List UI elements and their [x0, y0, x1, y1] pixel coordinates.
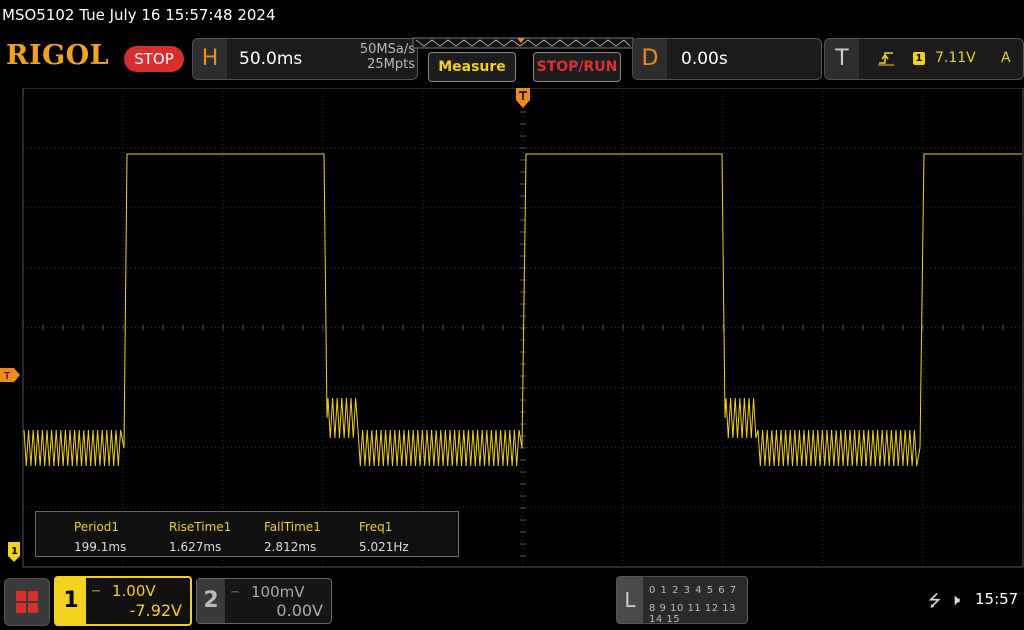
delay-letter: D — [633, 39, 667, 79]
trigger-letter: T — [825, 39, 859, 79]
channel-1-panel[interactable]: 1 ⎓ 1.00V -7.92V — [54, 576, 192, 626]
run-state-badge[interactable]: STOP — [124, 46, 184, 72]
usb-icon: ⭍ — [928, 591, 942, 610]
channel-1-ground-marker[interactable]: 1 — [8, 542, 22, 564]
stop-run-button[interactable]: STOP/RUN — [533, 52, 621, 82]
channel-1-scale: 1.00V — [112, 582, 156, 600]
measurement-label: Period1 — [74, 520, 120, 534]
measurement-frequency: Freq1 5.021Hz — [359, 517, 409, 557]
measurement-label: Freq1 — [359, 520, 393, 534]
logic-analyzer-panel[interactable]: L 0 1 2 3 4 5 6 7 8 9 10 11 12 13 14 15 — [616, 576, 748, 625]
measure-button[interactable]: Measure — [428, 52, 516, 82]
measurement-value: 199.1ms — [74, 540, 127, 554]
rigol-logo: RIGOL — [6, 40, 110, 71]
speaker-muted-icon[interactable]: 🕨 — [950, 590, 960, 610]
measurement-value: 5.021Hz — [359, 540, 409, 554]
horizontal-letter: H — [193, 39, 227, 79]
rising-edge-icon — [877, 50, 895, 70]
memory-depth: 25Mpts — [367, 57, 415, 72]
logic-analyzer-letter: L — [617, 577, 643, 623]
date-time-label: MSO5102 Tue July 16 15:57:48 2024 — [2, 6, 276, 24]
measurement-period: Period1 199.1ms — [74, 517, 126, 557]
horizontal-panel[interactable]: H 50.0ms 50MSa/s 25Mpts — [192, 38, 418, 80]
trigger-position-marker[interactable] — [516, 88, 530, 112]
trigger-level-marker-label: T — [3, 371, 11, 382]
measurement-label: FallTime1 — [264, 520, 321, 534]
trigger-coupling: A — [1001, 50, 1011, 66]
waveform-display[interactable] — [0, 88, 1024, 568]
acquisition-info: 50MSa/s 25Mpts — [333, 42, 415, 72]
memory-position-bar[interactable] — [412, 37, 634, 49]
channel-1-marker-label: 1 — [11, 546, 18, 557]
measurement-value: 2.812ms — [264, 540, 317, 554]
dc-coupling-icon: ⎓ — [231, 587, 239, 598]
digital-channels-row-1: 0 1 2 3 4 5 6 7 — [649, 585, 738, 596]
status-clock: 15:57 — [975, 590, 1019, 608]
channel-1-offset: -7.92V — [129, 601, 182, 620]
measurement-results-panel[interactable]: Period1 199.1ms RiseTime1 1.627ms FallTi… — [35, 511, 459, 557]
digital-channels-row-2: 8 9 10 11 12 13 14 15 — [649, 603, 737, 625]
channel-1-number: 1 — [56, 578, 86, 624]
main-menu-button[interactable] — [4, 578, 50, 626]
trigger-level-marker[interactable]: T — [0, 368, 22, 382]
channel-2-number: 2 — [197, 579, 225, 623]
sample-rate: 50MSa/s — [359, 42, 415, 57]
channel-2-panel[interactable]: 2 ⎓ 100mV 0.00V — [196, 578, 332, 624]
measurement-label: RiseTime1 — [169, 520, 232, 534]
trigger-source-badge: 1 — [913, 52, 925, 65]
channel-2-offset: 0.00V — [276, 601, 323, 620]
trigger-level: 7.11V — [935, 50, 976, 66]
measurement-rise-time: RiseTime1 1.627ms — [169, 517, 231, 557]
delay-panel[interactable]: D 0.00s — [632, 38, 822, 80]
timebase-value: 50.0ms — [239, 49, 303, 69]
trigger-panel[interactable]: T 1 7.11V A — [824, 38, 1024, 80]
measurement-value: 1.627ms — [169, 540, 222, 554]
dc-coupling-icon: ⎓ — [92, 586, 100, 597]
grid-menu-icon — [16, 591, 38, 613]
delay-value: 0.00s — [681, 49, 728, 69]
channel-2-scale: 100mV — [251, 583, 305, 601]
measurement-fall-time: FallTime1 2.812ms — [264, 517, 321, 557]
